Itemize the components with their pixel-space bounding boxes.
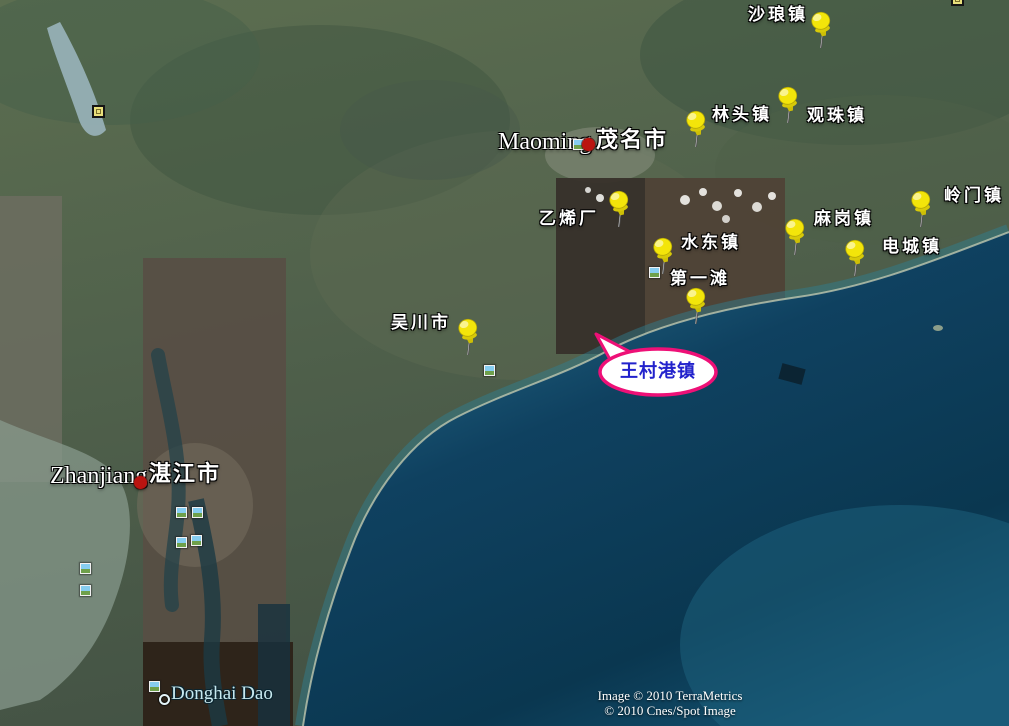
photo-icon[interactable] — [176, 537, 187, 548]
photo-icon[interactable] — [149, 681, 160, 692]
photo-icon[interactable] — [192, 507, 203, 518]
placemark-square-inner — [96, 109, 101, 114]
attribution-line2: © 2010 Cnes/Spot Image — [585, 704, 755, 719]
city-dot-icon — [134, 476, 147, 489]
photo-icon[interactable] — [80, 585, 91, 596]
place-label-shuidong: 水东镇 — [681, 234, 741, 251]
city-dot-icon — [582, 138, 595, 151]
placemark-square-icon[interactable] — [951, 0, 964, 6]
photo-icon[interactable] — [484, 365, 495, 376]
photo-icon[interactable] — [191, 535, 202, 546]
photo-icon[interactable] — [176, 507, 187, 518]
city-label-maoming-chinese: 茂名市 — [596, 129, 668, 151]
callout-label: 王村港镇 — [602, 362, 714, 380]
place-label-magang: 麻岗镇 — [814, 210, 874, 227]
placemark-square-icon[interactable] — [92, 105, 105, 118]
map-viewport[interactable]: 沙琅镇 林头镇 观珠镇 乙烯厂 岭门镇 麻岗镇 电城镇 水东镇 第一滩 吴川市 … — [0, 0, 1009, 726]
placemark-square-inner — [955, 0, 960, 2]
city-label-zhanjiang-chinese: 湛江市 — [149, 463, 221, 485]
place-label-diancheng: 电城镇 — [882, 238, 942, 255]
circle-marker-icon[interactable] — [159, 694, 170, 705]
city-label-zhanjiang-latin: Zhanjiang — [50, 464, 147, 488]
place-label-diyitan: 第一滩 — [670, 270, 730, 287]
place-label-lintou: 林头镇 — [712, 106, 772, 123]
island-label-donghai: Donghai Dao — [171, 684, 273, 703]
attribution-line1: Image © 2010 TerraMetrics — [585, 689, 755, 704]
photo-icon[interactable] — [649, 267, 660, 278]
place-label-wuchuan: 吴川市 — [391, 314, 451, 331]
callout-wangcungang[interactable]: 王村港镇 — [578, 328, 720, 400]
photo-icon[interactable] — [80, 563, 91, 574]
place-label-lingmen: 岭门镇 — [944, 187, 1004, 204]
attribution: Image © 2010 TerraMetrics © 2010 Cnes/Sp… — [585, 689, 755, 718]
place-label-guanzhu: 观珠镇 — [807, 107, 867, 124]
place-label-yixichang: 乙烯厂 — [539, 210, 599, 227]
place-label-shalang: 沙琅镇 — [748, 6, 808, 23]
